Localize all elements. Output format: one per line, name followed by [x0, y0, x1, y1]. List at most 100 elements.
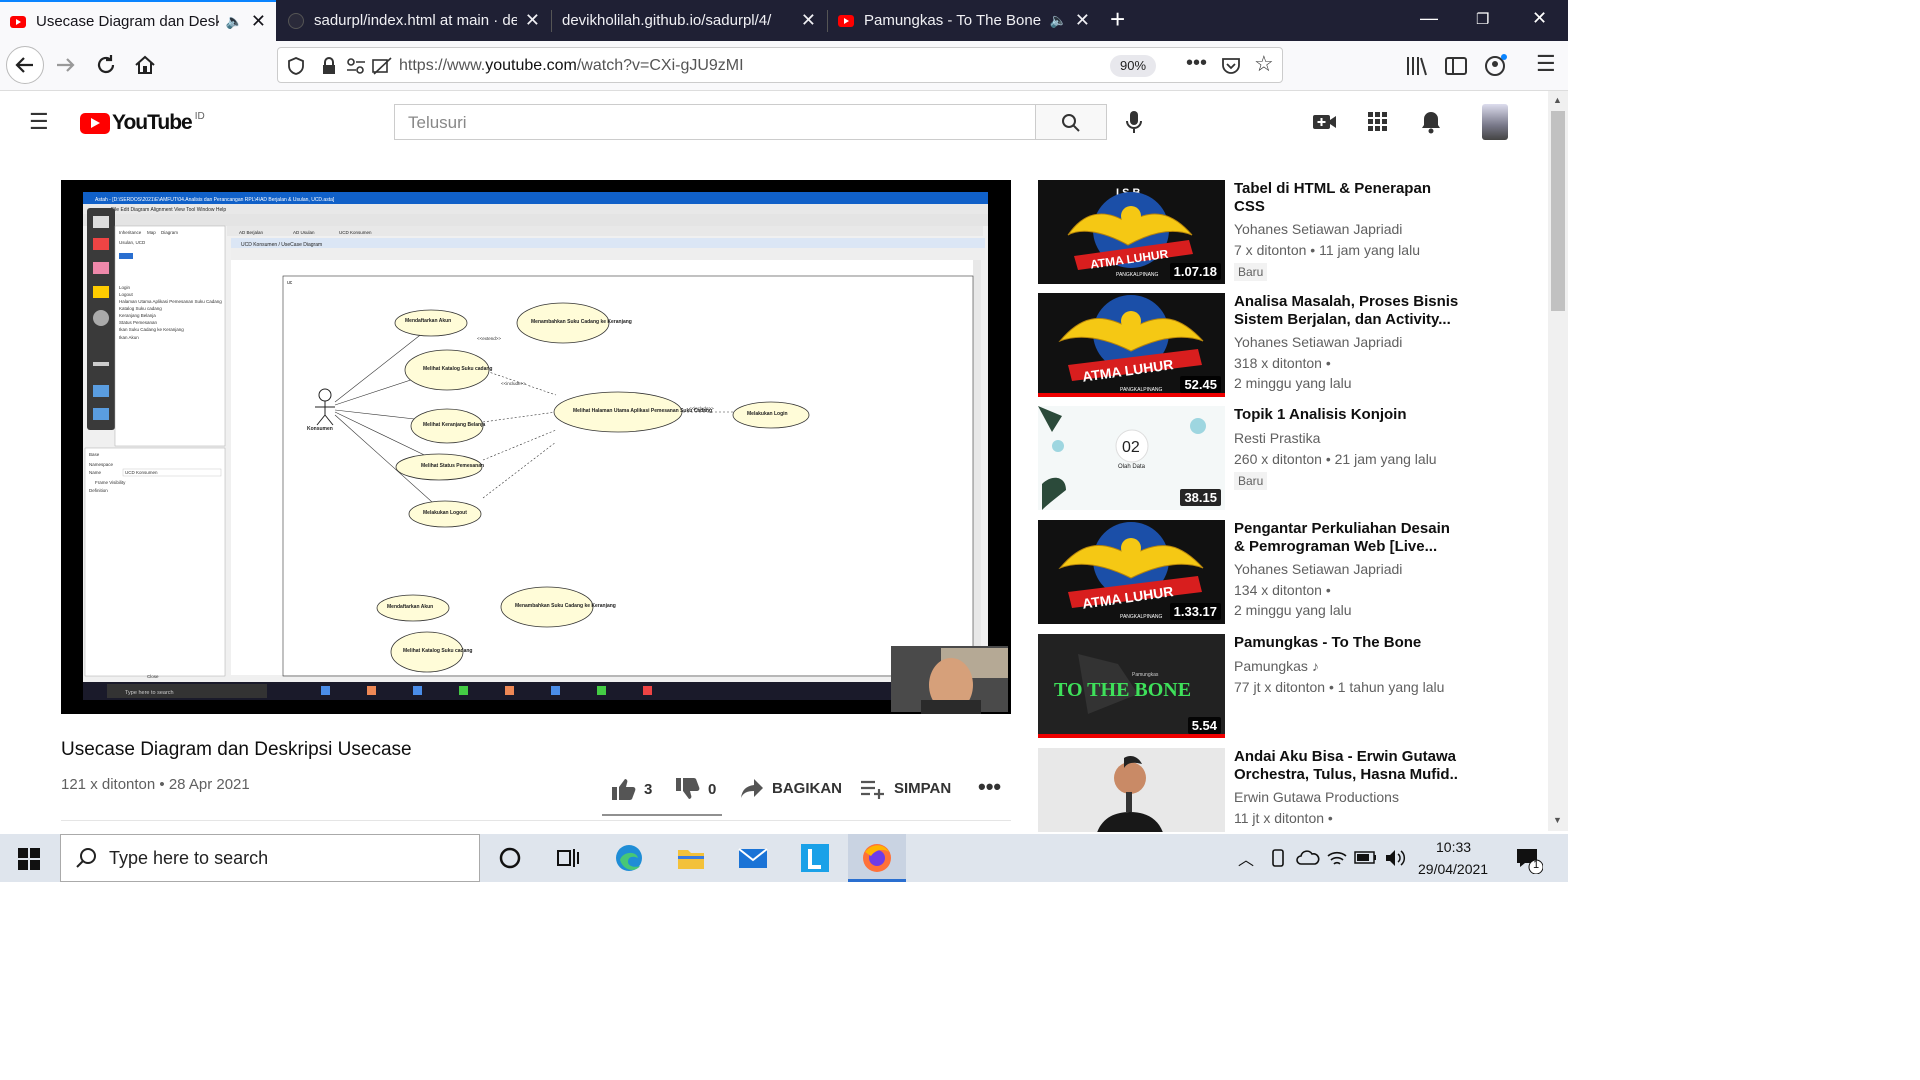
video-thumbnail[interactable]: ATMA LUHUR PANGKALPINANG 52.45 [1038, 293, 1225, 397]
tab-title: sadurpl/index.html at main · de [314, 12, 517, 29]
scroll-down-icon[interactable]: ▼ [1553, 815, 1562, 825]
library-icon[interactable] [1405, 54, 1429, 78]
recommendation-title[interactable]: Pamungkas - To The Bone [1234, 634, 1464, 652]
channel-name[interactable]: Pamungkas ♪ [1234, 658, 1319, 674]
tree-item: Ikan Akun [119, 335, 139, 340]
hamburger-menu-icon[interactable]: ☰ [1536, 51, 1556, 77]
minimize-icon[interactable]: — [1420, 8, 1438, 29]
channel-name[interactable]: Yohanes Setiawan Japriadi [1234, 221, 1402, 237]
windows-start-icon[interactable] [18, 848, 40, 870]
speaker-icon[interactable]: 🔈 [1049, 12, 1066, 29]
forward-button[interactable] [52, 51, 80, 84]
tab-github[interactable]: sadurpl/index.html at main · de ✕ [278, 0, 550, 41]
reload-button[interactable] [92, 51, 120, 84]
close-tab-icon[interactable]: ✕ [525, 10, 540, 31]
taskbar-search-input[interactable]: Type here to search [60, 834, 480, 882]
autoplay-blocked-icon[interactable] [371, 56, 393, 76]
edge-icon[interactable] [614, 844, 644, 872]
wifi-icon[interactable] [1326, 848, 1348, 868]
recommendation-item[interactable]: 02 Olah Data 38.15 Topik 1 Analisis Konj… [1038, 406, 1458, 510]
url-bar[interactable]: https://www.youtube.com/watch?v=CXi-gJU9… [277, 47, 1283, 83]
search-button[interactable] [1035, 104, 1107, 140]
page-scrollbar[interactable]: ▲ ▼ [1548, 91, 1568, 831]
shield-icon[interactable] [286, 56, 306, 76]
microphone-icon[interactable] [1124, 110, 1144, 136]
save-button[interactable]: SIMPAN [860, 777, 951, 799]
permissions-icon[interactable] [346, 57, 366, 75]
clock-time[interactable]: 10:33 [1436, 839, 1471, 855]
recommendation-item[interactable]: Andai Aku Bisa - Erwin Gutawa Orchestra,… [1038, 748, 1458, 832]
recommendation-item[interactable]: I S B ATMA LUHUR PANGKALPINANG 1.07.18 T… [1038, 180, 1458, 284]
battery-icon[interactable] [1354, 850, 1378, 866]
recommendation-title[interactable]: Andai Aku Bisa - Erwin Gutawa Orchestra,… [1234, 748, 1458, 784]
recommendation-title[interactable]: Analisa Masalah, Proses Bisnis Sistem Be… [1234, 293, 1464, 329]
recommendation-item[interactable]: ATMA LUHUR PANGKALPINANG 52.45 Analisa M… [1038, 293, 1458, 397]
apps-grid-icon[interactable] [1368, 112, 1388, 132]
video-thumbnail[interactable]: Pamungkas TO THE BONE 5.54 [1038, 634, 1225, 738]
tab-pamungkas[interactable]: Pamungkas - To The Bone - 🔈 ✕ [828, 0, 1100, 41]
task-view-icon[interactable] [554, 844, 584, 872]
onedrive-cloud-icon[interactable] [1296, 848, 1320, 868]
notifications-bell-icon[interactable] [1420, 110, 1442, 134]
create-video-icon[interactable] [1312, 112, 1338, 132]
close-tab-icon[interactable]: ✕ [1075, 10, 1090, 31]
cortana-icon[interactable] [496, 844, 526, 872]
recommendation-item[interactable]: Pamungkas TO THE BONE 5.54 Pamungkas - T… [1038, 634, 1458, 738]
video-thumbnail[interactable] [1038, 748, 1225, 832]
tab-title: Pamungkas - To The Bone - [864, 12, 1044, 29]
tree-item: Login [119, 285, 131, 290]
recommendation-title[interactable]: Topik 1 Analisis Konjoin [1234, 406, 1464, 424]
avatar[interactable] [1482, 104, 1508, 140]
l-app-icon[interactable] [800, 844, 830, 872]
video-thumbnail[interactable]: ATMA LUHUR PANGKALPINANG 1.33.17 [1038, 520, 1225, 624]
tab-usecase[interactable]: Usecase Diagram dan Deskr 🔈 ✕ [0, 0, 276, 41]
new-tab-button[interactable]: + [1110, 4, 1125, 35]
window-close-icon[interactable]: ✕ [1532, 8, 1547, 29]
video-player[interactable]: Astah - [D:\SERDOS\2021\E\AMFUT\04.Anali… [61, 180, 1011, 714]
clock-date[interactable]: 29/04/2021 [1418, 861, 1488, 877]
close-tab-icon[interactable]: ✕ [801, 10, 816, 31]
account-icon[interactable] [1483, 53, 1509, 79]
channel-name[interactable]: Erwin Gutawa Productions [1234, 789, 1399, 805]
device-icon[interactable] [1268, 848, 1288, 868]
lock-icon[interactable] [320, 56, 338, 76]
restore-icon[interactable]: ❐ [1476, 10, 1489, 28]
scrollbar-thumb[interactable] [1551, 111, 1565, 311]
action-center-icon[interactable]: 1 [1515, 846, 1544, 879]
firefox-taskbar-button[interactable] [848, 834, 906, 882]
recommendation-item[interactable]: ATMA LUHUR PANGKALPINANG 1.33.17 Pengant… [1038, 520, 1458, 624]
video-thumbnail[interactable]: 02 Olah Data 38.15 [1038, 406, 1225, 510]
scroll-up-icon[interactable]: ▲ [1553, 95, 1562, 105]
sidebar-icon[interactable] [1444, 54, 1468, 78]
dislike-button[interactable]: 0 [674, 777, 716, 801]
mail-icon[interactable] [738, 844, 768, 872]
recommendation-title[interactable]: Tabel di HTML & Penerapan CSS [1234, 180, 1464, 216]
video-age: 2 minggu yang lalu [1234, 602, 1352, 618]
guide-menu-icon[interactable]: ☰ [29, 109, 49, 135]
youtube-logo[interactable]: YouTube ID [80, 111, 205, 135]
usecase-label: Melihat Status Pemesanan [421, 463, 484, 469]
more-actions-icon[interactable]: ••• [978, 774, 1001, 800]
page-actions-icon[interactable]: ••• [1186, 52, 1207, 75]
pocket-icon[interactable] [1220, 55, 1242, 77]
recommendation-title[interactable]: Pengantar Perkuliahan Desain & Pemrogram… [1234, 520, 1464, 556]
speaker-icon[interactable]: 🔈 [225, 13, 242, 30]
file-explorer-icon[interactable] [676, 844, 706, 872]
close-tab-icon[interactable]: ✕ [251, 11, 266, 32]
search-input[interactable]: Telusuri [394, 104, 1036, 140]
channel-name[interactable]: Yohanes Setiawan Japriadi [1234, 334, 1402, 350]
zoom-level[interactable]: 90% [1110, 55, 1156, 77]
share-button[interactable]: BAGIKAN [740, 777, 842, 799]
video-thumbnail[interactable]: I S B ATMA LUHUR PANGKALPINANG 1.07.18 [1038, 180, 1225, 284]
bookmark-star-icon[interactable]: ☆ [1254, 51, 1274, 77]
volume-icon[interactable] [1384, 848, 1406, 868]
tab-github-io[interactable]: devikholilah.github.io/sadurpl/4/ ✕ [552, 0, 826, 41]
show-hidden-icons-icon[interactable]: ︿ [1238, 846, 1254, 870]
video-age: 2 minggu yang lalu [1234, 375, 1352, 391]
like-button[interactable]: 3 [610, 777, 652, 801]
home-button[interactable] [131, 51, 159, 84]
url-text[interactable]: https://www.youtube.com/watch?v=CXi-gJU9… [399, 57, 744, 75]
channel-name[interactable]: Resti Prastika [1234, 430, 1320, 446]
channel-name[interactable]: Yohanes Setiawan Japriadi [1234, 561, 1402, 577]
back-button[interactable] [6, 46, 44, 84]
